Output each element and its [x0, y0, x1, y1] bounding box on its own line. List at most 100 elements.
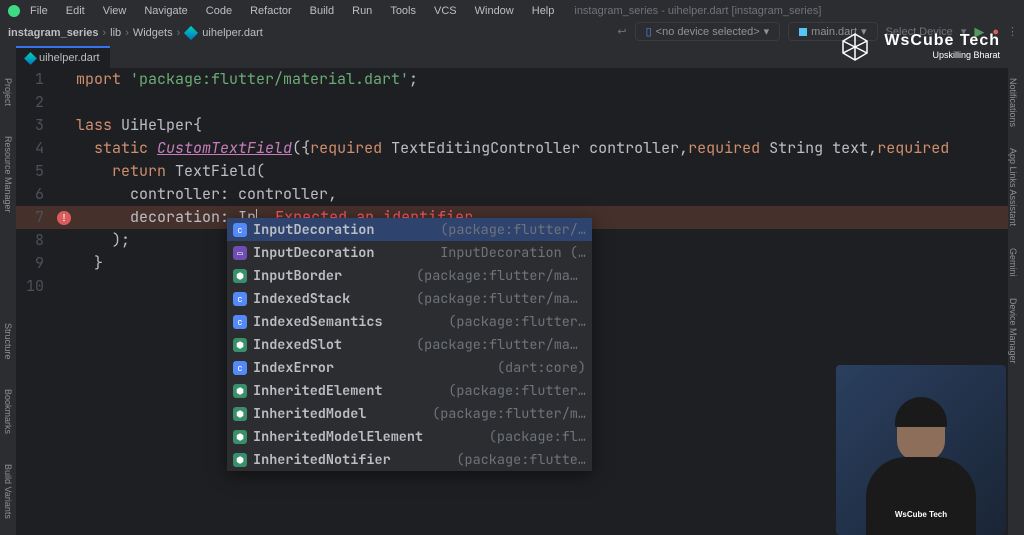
breadcrumb-project[interactable]: instagram_series — [8, 27, 99, 39]
suggestion-hint: (package:flutter/… — [440, 221, 586, 239]
autocomplete-item[interactable]: ⬢ IndexedSlot (package:flutter/mate… — [227, 333, 592, 356]
autocomplete-item[interactable]: cIndexError(dart:core) — [227, 356, 592, 379]
suggestion-hint: InputDecoration (… — [440, 244, 586, 262]
atom-icon: ⬢ — [233, 453, 247, 467]
autocomplete-item[interactable]: ⬢InheritedNotifier(package:flutte… — [227, 448, 592, 471]
error-icon[interactable]: ! — [57, 211, 71, 225]
tab-uihelper[interactable]: uihelper.dart — [16, 46, 110, 68]
dart-icon — [24, 52, 37, 65]
autocomplete-item[interactable]: c IndexedStack (package:flutter/mat… — [227, 287, 592, 310]
tw-gemini[interactable]: Gemini — [1008, 248, 1018, 277]
tw-project[interactable]: Project — [3, 78, 13, 106]
tw-notifications[interactable]: Notifications — [1008, 78, 1018, 127]
menu-run[interactable]: Run — [344, 3, 380, 19]
tw-devmgr[interactable]: Device Manager — [1008, 298, 1018, 364]
logo-text: WsCube Tech — [884, 32, 1000, 50]
tw-buildvariants[interactable]: Build Variants — [3, 464, 13, 519]
menu-help[interactable]: Help — [524, 3, 563, 19]
left-tool-strip: Project Resource Manager Structure Bookm… — [0, 68, 16, 535]
cls-i-icon: c — [233, 292, 247, 306]
suggestion-name: InputDecoration — [253, 244, 375, 262]
suggestion-name: InheritedElement — [253, 382, 383, 400]
menu-file[interactable]: File — [22, 3, 56, 19]
autocomplete-popup[interactable]: c InputDecoration (package:flutter/… ▭ Input… — [227, 218, 592, 471]
suggestion-name: InheritedModel — [253, 405, 366, 423]
menu-tools[interactable]: Tools — [382, 3, 424, 19]
menu-build[interactable]: Build — [302, 3, 342, 19]
editor-tabs: uihelper.dart — [0, 44, 1024, 68]
atom-icon: ⬢ — [233, 407, 247, 421]
line-number: 1 — [16, 68, 52, 91]
cls-i-icon: c — [233, 223, 247, 237]
suggestion-name: IndexedSlot — [253, 336, 342, 354]
line-number: 9 — [16, 252, 52, 275]
suggestion-hint: (package:flutter/mat… — [416, 290, 586, 308]
tw-structure[interactable]: Structure — [3, 323, 13, 360]
suggestion-hint: (package:flutter/mate… — [416, 336, 586, 354]
breadcrumb-folder[interactable]: lib — [110, 27, 121, 39]
menu-bar: File Edit View Navigate Code Refactor Bu… — [0, 0, 1024, 22]
shirt-logo: WsCube Tech — [895, 510, 947, 519]
line-number: 5 — [16, 160, 52, 183]
autocomplete-item[interactable]: ⬢InheritedElement(package:flutter… — [227, 379, 592, 402]
autocomplete-item[interactable]: c InputDecoration (package:flutter/… — [227, 218, 592, 241]
menu-navigate[interactable]: Navigate — [136, 3, 195, 19]
autocomplete-item[interactable]: ⬢ InheritedModel (package:flutter/m… — [227, 402, 592, 425]
menu-code[interactable]: Code — [198, 3, 240, 19]
suggestion-hint: (package:flutter/m… — [432, 405, 586, 423]
breadcrumb-folder[interactable]: Widgets — [133, 27, 173, 39]
autocomplete-item[interactable]: ▭ InputDecoration InputDecoration (… — [227, 241, 592, 264]
suggestion-hint: (package:flutter/mate… — [416, 267, 586, 285]
dart-icon — [184, 26, 198, 40]
breadcrumb-file[interactable]: uihelper.dart — [202, 27, 263, 39]
atom-icon: ⬢ — [233, 269, 247, 283]
tw-applinks[interactable]: App Links Assistant — [1008, 148, 1018, 226]
menu-vcs[interactable]: VCS — [426, 3, 465, 19]
autocomplete-item[interactable]: cIndexedSemantics(package:flutter… — [227, 310, 592, 333]
menu-refactor[interactable]: Refactor — [242, 3, 300, 19]
logo-tagline: Upskilling Bharat — [884, 50, 1000, 60]
right-tool-strip: Notifications App Links Assistant Gemini… — [1008, 68, 1024, 535]
line-number: 4 — [16, 137, 52, 160]
autocomplete-item[interactable]: ⬢InputBorder(package:flutter/mate… — [227, 264, 592, 287]
suggestion-name: IndexedStack — [253, 290, 350, 308]
code-line: 2 — [16, 91, 1008, 114]
window-title: instagram_series - uihelper.dart [instag… — [574, 5, 821, 17]
suggestion-name: InheritedNotifier — [253, 451, 391, 469]
chevron-down-icon: ▾ — [764, 25, 770, 38]
atom-icon: ⬢ — [233, 338, 247, 352]
menu-view[interactable]: View — [95, 3, 135, 19]
suggestion-hint: (dart:core) — [497, 359, 586, 377]
suggestion-name: InputDecoration — [253, 221, 375, 239]
autocomplete-item[interactable]: ⬢InheritedModelElement(package:fl… — [227, 425, 592, 448]
more-button[interactable]: ⋮ — [1007, 25, 1018, 38]
device-selector[interactable]: ▯ <no device selected> ▾ — [635, 22, 781, 41]
suggestion-name: IndexError — [253, 359, 334, 377]
phone-icon: ▯ — [646, 25, 652, 38]
chevron-icon: › — [125, 27, 129, 39]
atom-icon: ⬢ — [233, 384, 247, 398]
chevron-icon: › — [177, 27, 181, 39]
folder-icon: ▭ — [233, 246, 247, 260]
device-label: <no device selected> — [656, 26, 760, 38]
line-number: 10 — [16, 275, 52, 298]
presenter: WsCube Tech — [851, 385, 991, 535]
line-number: 6 — [16, 183, 52, 206]
code-line: 4 static CustomTextField({required TextE… — [16, 137, 1008, 160]
webcam-overlay: WsCube Tech — [836, 365, 1006, 535]
line-number: 8 — [16, 229, 52, 252]
code-line: 5 return TextField( — [16, 160, 1008, 183]
flutter-icon — [799, 28, 807, 36]
tw-resmgr[interactable]: Resource Manager — [3, 136, 13, 213]
suggestion-hint: (package:flutter… — [448, 313, 586, 331]
tab-label: uihelper.dart — [39, 52, 100, 64]
cube-icon — [840, 32, 870, 62]
app-icon — [8, 5, 20, 17]
suggestion-name: IndexedSemantics — [253, 313, 383, 331]
line-number: 2 — [16, 91, 52, 114]
back-icon[interactable]: ↩ — [617, 25, 626, 38]
menu-edit[interactable]: Edit — [58, 3, 93, 19]
tw-bookmarks[interactable]: Bookmarks — [3, 389, 13, 434]
menu-window[interactable]: Window — [467, 3, 522, 19]
chevron-icon: › — [103, 27, 107, 39]
